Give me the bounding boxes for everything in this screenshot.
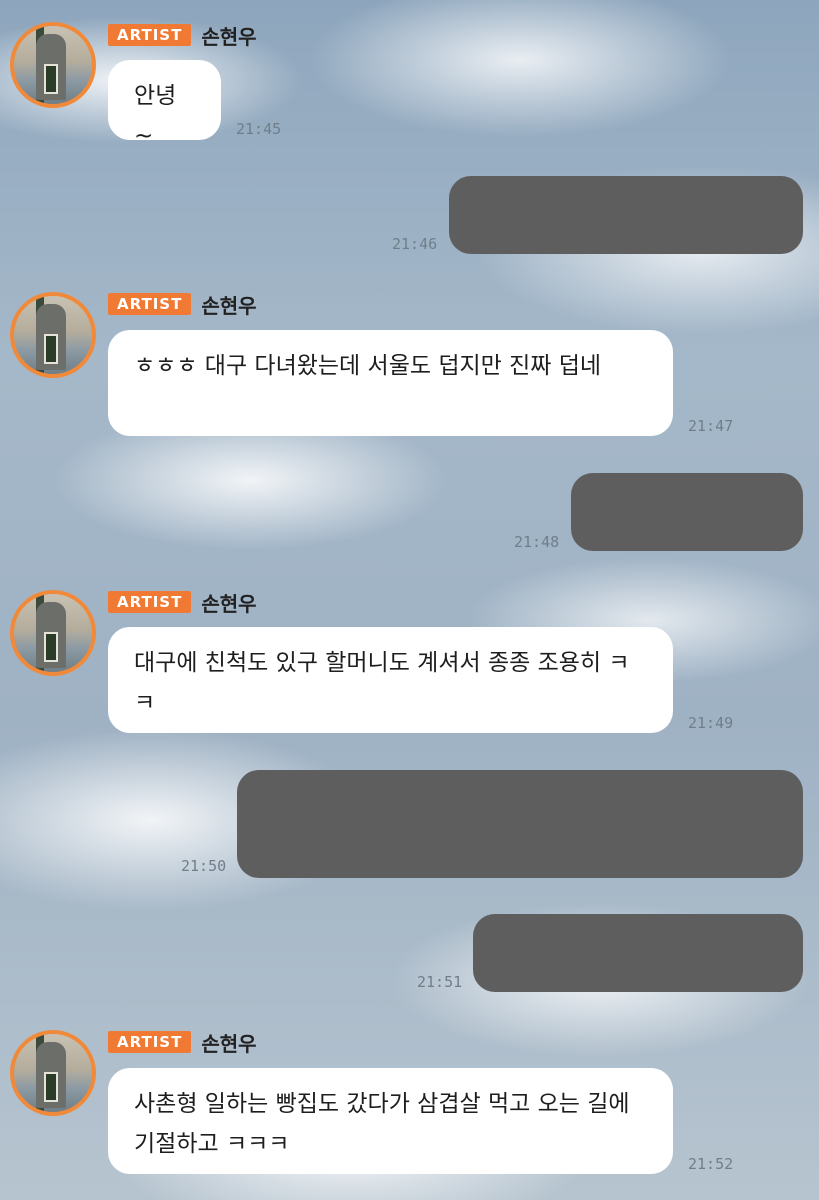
artist-badge: ARTIST (108, 591, 192, 613)
artist-badge: ARTIST (108, 1031, 192, 1053)
avatar[interactable] (10, 22, 96, 108)
avatar[interactable] (10, 292, 96, 378)
sender-name: 손현우 (201, 24, 257, 49)
message-time: 21:49 (688, 714, 734, 732)
sender-name: 손현우 (201, 293, 257, 318)
sender-row: ARTIST 손현우 (108, 1029, 257, 1056)
sender-row: ARTIST 손현우 (108, 589, 257, 616)
avatar[interactable] (10, 1030, 96, 1116)
artist-badge: ARTIST (108, 293, 192, 315)
my-message-bubble[interactable] (237, 770, 803, 878)
sender-name: 손현우 (201, 1031, 257, 1056)
message-bubble[interactable]: 대구에 친척도 있구 할머니도 계셔서 종종 조용히 ㅋㅋ (108, 627, 673, 733)
message-time: 21:48 (514, 533, 560, 551)
artist-badge: ARTIST (108, 24, 192, 46)
my-message-bubble[interactable] (571, 473, 803, 551)
my-message-bubble[interactable] (449, 176, 803, 254)
my-message-bubble[interactable] (473, 914, 803, 992)
message-time: 21:47 (688, 417, 734, 435)
message-bubble[interactable]: 안녕~ (108, 60, 221, 149)
message-time: 21:50 (181, 857, 227, 875)
message-time: 21:46 (392, 235, 438, 253)
sender-name: 손현우 (201, 591, 257, 616)
sender-row: ARTIST 손현우 (108, 22, 257, 49)
message-time: 21:45 (236, 120, 282, 138)
avatar[interactable] (10, 590, 96, 676)
message-time: 21:51 (417, 973, 463, 991)
message-time: 21:52 (688, 1155, 734, 1173)
sender-row: ARTIST 손현우 (108, 291, 257, 318)
chat-screen: { "sender": { "badge": "ARTIST", "name":… (0, 0, 819, 1200)
message-bubble[interactable]: ㅎㅎㅎ 대구 다녀왔는데 서울도 덥지만 진짜 덥네 (108, 330, 673, 436)
message-bubble[interactable]: 사촌형 일하는 빵집도 갔다가 삼겹살 먹고 오는 길에 기절하고 ㅋㅋㅋ (108, 1068, 673, 1174)
